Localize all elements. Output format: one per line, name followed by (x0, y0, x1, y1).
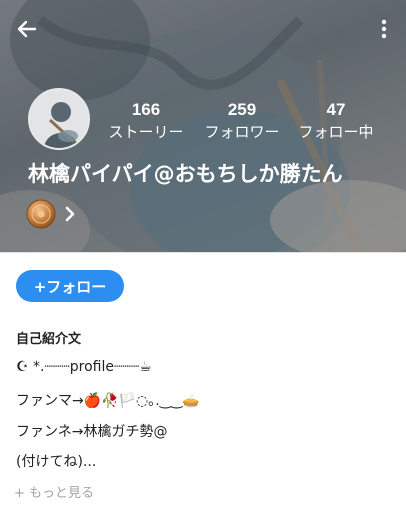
stat-label: フォロー中 (298, 123, 374, 141)
chevron-right-icon (65, 206, 75, 222)
profile-header: 166 ストーリー 259 フォロワー 47 フォロー中 林檎パイパイ@おもちし… (0, 0, 406, 252)
bio-line: ☪︎ *.┈┈┈profile┈┈┈☕ (16, 359, 152, 375)
stat-count: 166 (131, 100, 161, 119)
username: 林檎パイパイ@おもちしか勝たん (28, 162, 343, 186)
achievement-badge-link[interactable] (26, 198, 96, 230)
stat-label: ストーリー (108, 123, 184, 141)
back-button[interactable] (10, 12, 44, 46)
bronze-medal-icon (26, 199, 56, 229)
stat-label: フォロワー (204, 123, 280, 141)
bio-line: (付けてね)... (16, 454, 97, 470)
more-options-button[interactable] (372, 12, 396, 46)
bio-line: ファンネ→林檎ガチ勢@ (16, 424, 168, 440)
profile-content: +フォロー 自己紹介文 ☪︎ *.┈┈┈profile┈┈┈☕ ファンマ→🍎🥀🏳… (0, 252, 406, 512)
stat-count: 259 (227, 100, 257, 119)
stat-followers[interactable]: 259 フォロワー (194, 100, 290, 142)
stat-following[interactable]: 47 フォロー中 (288, 100, 384, 142)
stat-stories[interactable]: 166 ストーリー (98, 100, 194, 142)
more-vertical-icon (381, 19, 387, 39)
arrow-left-icon (17, 20, 37, 38)
bio-line: ファンマ→🍎🥀🏳️◌｡.‿‿🥧 (16, 393, 200, 409)
see-more-link[interactable]: + もっと見る (14, 482, 94, 501)
avatar[interactable] (28, 88, 90, 150)
stat-count: 47 (326, 100, 346, 119)
profile-stats: 166 ストーリー 259 フォロワー 47 フォロー中 (100, 100, 386, 144)
bio-title: 自己紹介文 (16, 332, 82, 347)
follow-button[interactable]: +フォロー (16, 270, 124, 302)
